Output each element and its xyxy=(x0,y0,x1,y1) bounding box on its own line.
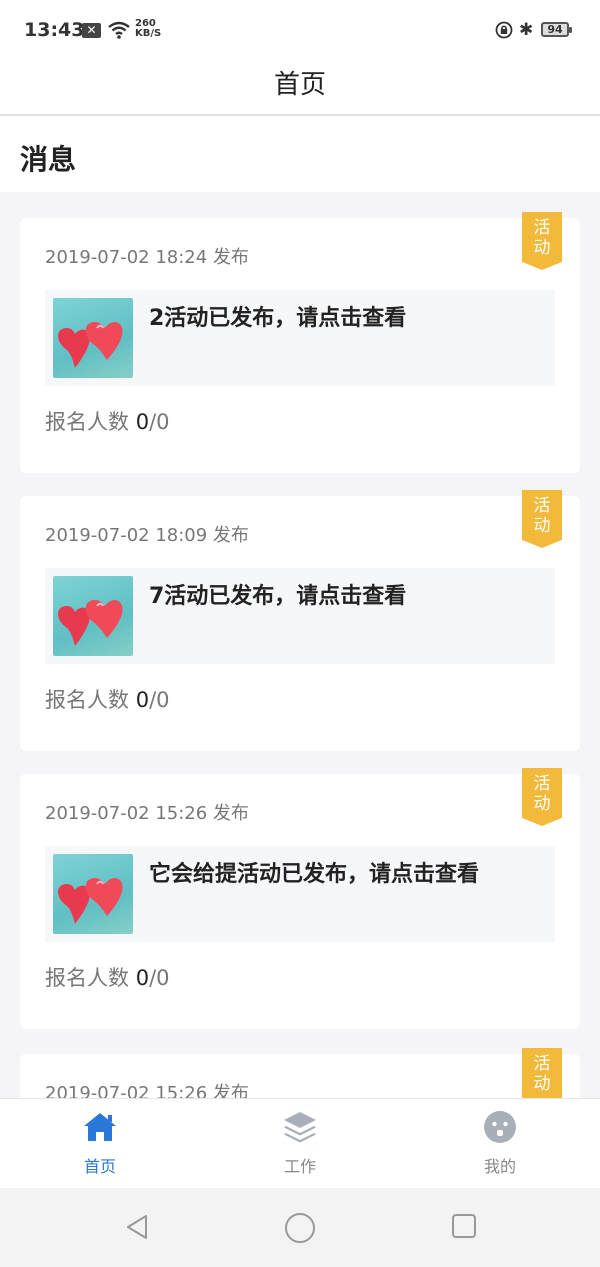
activity-tag-line2: 动 xyxy=(533,1074,551,1094)
network-speed-unit: KB/S xyxy=(135,28,162,39)
tab-home[interactable]: 首页 xyxy=(0,1099,200,1189)
card-date: 2019-07-02 15:26 发布 xyxy=(45,1083,249,1098)
system-nav-bar xyxy=(0,1188,600,1267)
wifi-icon xyxy=(108,21,130,39)
activity-tag: 活动 xyxy=(522,490,562,548)
message-box[interactable]: 它会给提活动已发布，请点击查看 xyxy=(45,846,555,942)
section-title: 消息 xyxy=(20,143,77,176)
heart-balloon-thumbnail xyxy=(53,298,133,378)
activity-tag-line1: 活 xyxy=(533,1054,551,1074)
status-time: 13:43 xyxy=(24,19,85,41)
heart-balloon-thumbnail xyxy=(53,854,133,934)
network-speed: 260 KB/S xyxy=(135,19,161,39)
activity-tag: 活动 xyxy=(522,1048,562,1098)
tab-home-label: 首页 xyxy=(83,1157,116,1176)
signup-total: /0 xyxy=(149,688,170,712)
back-triangle-icon[interactable] xyxy=(122,1212,152,1242)
notification-x-icon: ✕ xyxy=(82,23,101,38)
message-card[interactable]: 2019-07-02 18:09 发布 活动 7活动已发布，请点击查看 报名人数… xyxy=(20,490,580,751)
signup-count: 0 xyxy=(135,966,150,990)
message-text: 它会给提活动已发布，请点击查看 xyxy=(149,862,480,887)
battery-icon: 94 xyxy=(541,22,572,37)
recents-square-icon[interactable] xyxy=(450,1212,478,1240)
signup-count: 0 xyxy=(135,688,150,712)
signup-stats: 报名人数 0/0 xyxy=(45,684,170,714)
home-icon xyxy=(84,1113,116,1141)
tab-profile[interactable]: 我的 xyxy=(400,1099,600,1189)
activity-tag: 活动 xyxy=(522,212,562,270)
activity-tag-line1: 活 xyxy=(533,774,551,794)
layers-icon xyxy=(284,1112,316,1143)
page-title: 首页 xyxy=(273,70,326,100)
message-feed[interactable]: 2019-07-02 18:24 发布 活动 2活动已发布，请点击查看 报名人数… xyxy=(0,192,600,1098)
title-bar: 首页 xyxy=(0,60,600,116)
activity-tag: 活动 xyxy=(522,768,562,826)
signup-total: /0 xyxy=(149,966,170,990)
status-bar: 13:43 ✕ 260 KB/S ✱ 94 xyxy=(0,0,600,60)
message-text: 7活动已发布，请点击查看 xyxy=(149,584,407,609)
tab-work-label: 工作 xyxy=(283,1157,316,1176)
signup-total: /0 xyxy=(149,410,170,434)
message-box[interactable]: 7活动已发布，请点击查看 xyxy=(45,568,555,664)
message-card[interactable]: 2019-07-02 18:24 发布 活动 2活动已发布，请点击查看 报名人数… xyxy=(20,212,580,473)
signup-stats: 报名人数 0/0 xyxy=(45,406,170,436)
card-date: 2019-07-02 18:09 发布 xyxy=(45,525,249,546)
tab-work[interactable]: 工作 xyxy=(200,1099,400,1189)
activity-tag-line1: 活 xyxy=(533,218,551,238)
card-date: 2019-07-02 18:24 发布 xyxy=(45,247,249,268)
activity-tag-line1: 活 xyxy=(533,496,551,516)
message-box[interactable]: 2活动已发布，请点击查看 xyxy=(45,290,555,386)
heart-balloon-thumbnail xyxy=(53,576,133,656)
section-header: 消息 xyxy=(0,116,600,192)
tab-profile-label: 我的 xyxy=(483,1157,516,1176)
card-date: 2019-07-02 15:26 发布 xyxy=(45,803,249,824)
signup-label: 报名人数 xyxy=(45,410,136,434)
message-text: 2活动已发布，请点击查看 xyxy=(149,306,407,331)
signup-label: 报名人数 xyxy=(45,966,136,990)
message-card[interactable]: 2019-07-02 15:26 发布 活动 它会给提活动已发布，请点击查看 报… xyxy=(20,768,580,1029)
signup-count: 0 xyxy=(135,410,150,434)
bottom-tab-bar: 首页 工作 我的 xyxy=(0,1098,600,1189)
activity-tag-line2: 动 xyxy=(533,238,551,258)
signup-label: 报名人数 xyxy=(45,688,136,712)
home-circle-icon[interactable] xyxy=(284,1212,316,1244)
signup-stats: 报名人数 0/0 xyxy=(45,962,170,992)
message-card[interactable]: 2019-07-02 15:26 发布 活动 xyxy=(20,1048,580,1098)
profile-face-icon xyxy=(484,1111,516,1143)
activity-tag-line2: 动 xyxy=(533,516,551,536)
activity-tag-line2: 动 xyxy=(533,794,551,814)
rotation-lock-icon xyxy=(495,21,513,39)
bluetooth-icon: ✱ xyxy=(519,20,534,40)
